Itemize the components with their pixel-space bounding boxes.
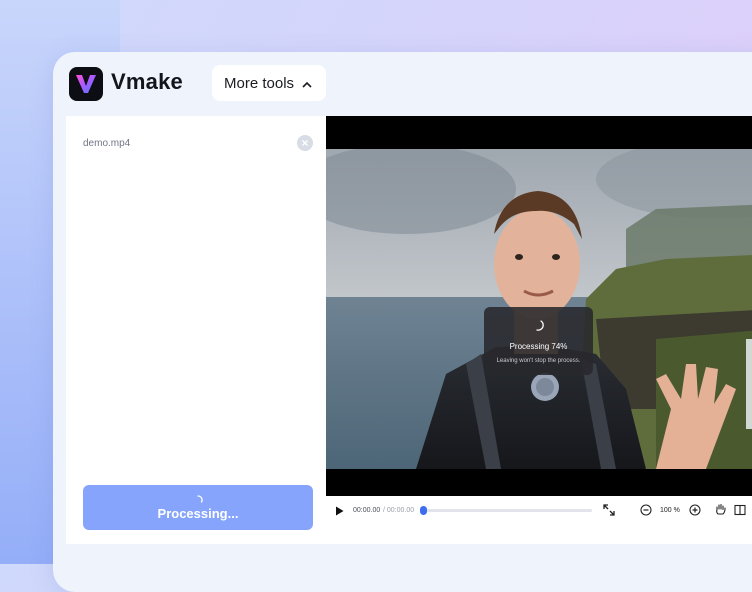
video-frame[interactable]: Processing 74% Leaving won't stop the pr…	[326, 149, 752, 469]
remove-file-button[interactable]	[297, 135, 313, 151]
player-controls: 00:00.00 / 00:00.00 100 %	[326, 496, 752, 544]
close-icon	[302, 140, 308, 146]
seek-handle[interactable]	[420, 506, 427, 515]
file-name: demo.mp4	[83, 138, 131, 149]
spinner-icon	[536, 320, 544, 331]
video-player: Processing 74% Leaving won't stop the pr…	[326, 116, 752, 496]
processing-button-label: Processing...	[157, 505, 239, 521]
app-window: Vmake More tools demo.mp4 Processing...	[53, 52, 752, 592]
zoom-in-icon[interactable]	[689, 504, 701, 516]
processing-overlay: Processing 74% Leaving won't stop the pr…	[484, 307, 593, 375]
total-duration: / 00:00.00	[383, 507, 415, 514]
play-icon[interactable]	[335, 506, 344, 516]
more-tools-button[interactable]: More tools	[212, 65, 326, 101]
chevron-up-icon	[302, 75, 312, 92]
processing-button[interactable]: Processing...	[83, 485, 313, 530]
compare-split-icon[interactable]	[734, 504, 746, 516]
zoom-level: 100 %	[660, 507, 680, 514]
more-tools-label: More tools	[224, 74, 295, 92]
processing-status: Processing 74%	[509, 342, 568, 351]
vmake-logo-icon[interactable]	[69, 67, 103, 101]
app-header: Vmake More tools	[53, 52, 752, 116]
brand-name: Vmake	[111, 69, 183, 94]
processing-note: Leaving won't stop the process.	[496, 358, 581, 364]
hand-pan-icon[interactable]	[714, 503, 727, 516]
fullscreen-icon[interactable]	[603, 504, 615, 516]
file-panel: demo.mp4 Processing...	[66, 116, 326, 544]
seek-bar[interactable]	[422, 509, 592, 512]
current-time: 00:00.00	[353, 507, 381, 514]
zoom-out-icon[interactable]	[640, 504, 652, 516]
spinner-icon	[197, 494, 203, 503]
